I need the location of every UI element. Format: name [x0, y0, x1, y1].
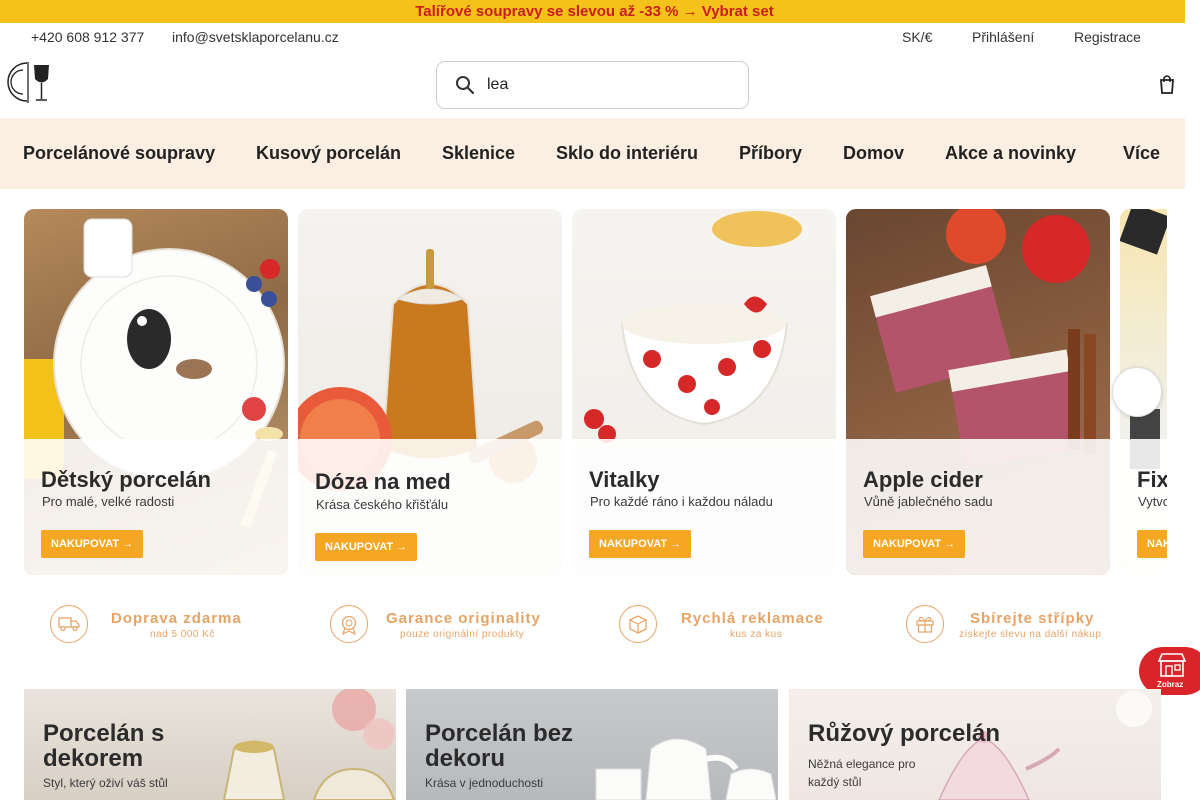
slide-subtitle: Vůně jablečného sadu — [864, 494, 993, 509]
category-tile[interactable]: Porcelán s dekorem Styl, který oživí váš … — [24, 689, 396, 800]
feature-title: Rychlá reklamace — [681, 610, 824, 627]
currency-switch[interactable]: SK/€ — [902, 29, 932, 45]
slide-title: Vitalky — [589, 467, 660, 492]
carousel-slide[interactable]: Dóza na med Krása českého křišťálu NAKUP… — [298, 209, 562, 575]
nav-item-home[interactable]: Domov — [843, 143, 904, 164]
slide-subtitle: Vytvo — [1138, 494, 1167, 509]
feature-collect-shards: Sbírejte střípky získejte slevu na další… — [906, 604, 1136, 644]
store-badge[interactable]: Zobraz — [1139, 647, 1200, 695]
carousel-next-button[interactable] — [1112, 367, 1162, 417]
slide-title: Fix — [1137, 467, 1167, 492]
shop-button[interactable]: NAKUPOVAT → — [315, 533, 418, 561]
feature-subtitle: získejte slevu na další nákup — [959, 629, 1102, 640]
feature-title: Garance originality — [386, 610, 541, 627]
category-tile[interactable]: Růžový porcelán Něžná elegance pro každý … — [789, 689, 1161, 800]
search-box[interactable]: lea — [436, 61, 749, 109]
nav-item-sales[interactable]: Akce a novinky — [945, 143, 1076, 164]
feature-fast-claims: Rychlá reklamace kus za kus — [619, 604, 879, 644]
feature-title: Doprava zdarma — [111, 610, 242, 627]
shop-button[interactable]: NAKUPOVAT → — [863, 530, 966, 558]
login-link[interactable]: Přihlášení — [972, 29, 1034, 45]
slide-subtitle: Pro malé, velké radosti — [42, 494, 175, 509]
nav-item-porcelain-sets[interactable]: Porcelánové soupravy — [23, 143, 215, 164]
carousel-slide[interactable]: Dětský porcelán Pro malé, velké radosti … — [24, 209, 288, 575]
carousel-slide[interactable]: Vitalky Pro každé ráno i každou náladu N… — [572, 209, 836, 575]
category-title: Porcelán bez dekoru — [425, 720, 574, 772]
category-title: Porcelán s dekorem — [43, 720, 165, 772]
box-icon — [619, 605, 657, 643]
category-subtitle: Styl, který oživí váš stůl — [43, 776, 168, 790]
search-icon[interactable] — [455, 75, 475, 95]
nav-item-more[interactable]: Více — [1123, 143, 1160, 164]
slide-title: Apple cider — [863, 467, 983, 492]
shop-button[interactable]: NAK — [1137, 530, 1167, 558]
email-link[interactable]: info@svetsklaporcelanu.cz — [165, 29, 339, 45]
carousel-slide[interactable]: Apple cider Vůně jablečného sadu NAKUPOV… — [846, 209, 1110, 575]
promo-text: Talířové soupravy se slevou až -33 % → V… — [415, 3, 774, 20]
register-link[interactable]: Registrace — [1074, 29, 1141, 45]
cart-icon[interactable] — [1158, 74, 1176, 94]
category-subtitle: Krása v jednoduchosti — [425, 776, 544, 790]
logo-icon — [7, 62, 49, 103]
feature-subtitle: nad 5 000 Kč — [150, 629, 215, 640]
promo-bar[interactable]: Talířové soupravy se slevou až -33 % → V… — [0, 0, 1185, 23]
shop-button[interactable]: NAKUPOVAT → — [41, 530, 144, 558]
truck-icon — [50, 605, 88, 643]
slide-title: Dětský porcelán — [41, 467, 211, 492]
nav-item-interior-glass[interactable]: Sklo do interiéru — [556, 143, 698, 164]
feature-free-shipping: Doprava zdarma nad 5 000 Kč — [50, 604, 310, 644]
shop-button[interactable]: NAKUPOVAT → — [589, 530, 692, 558]
badge-icon — [330, 605, 368, 643]
feature-title: Sbírejte střípky — [970, 610, 1095, 627]
feature-subtitle: kus za kus — [730, 629, 783, 640]
feature-subtitle: pouze originální produkty — [400, 629, 525, 640]
phone-link[interactable]: +420 608 912 377 — [24, 29, 144, 45]
logo[interactable] — [5, 59, 53, 105]
phone-number: +420 608 912 377 — [31, 29, 145, 45]
gift-icon — [906, 605, 944, 643]
email-address: info@svetsklaporcelanu.cz — [172, 29, 339, 45]
nav-item-sales-label: Akce a novinky — [945, 143, 1077, 163]
slide-title: Dóza na med — [315, 469, 451, 494]
store-icon — [1157, 653, 1187, 677]
search-input[interactable]: lea — [487, 76, 508, 94]
nav-item-cutlery[interactable]: Příbory — [739, 143, 802, 164]
category-title: Růžový porcelán — [808, 720, 1001, 747]
store-badge-label: Zobraz — [1157, 680, 1184, 689]
feature-originality: Garance originality pouze originální pro… — [330, 604, 590, 644]
nav-item-single-porcelain[interactable]: Kusový porcelán — [256, 143, 401, 164]
nav-item-glasses[interactable]: Sklenice — [442, 143, 515, 164]
slide-subtitle: Pro každé ráno i každou náladu — [590, 494, 773, 509]
category-tile[interactable]: Porcelán bez dekoru Krása v jednoduchosti — [406, 689, 778, 800]
nav-item-more-label: Více — [1123, 143, 1161, 163]
category-subtitle: Něžná elegance pro každý stůl — [808, 757, 916, 789]
slide-subtitle: Krása českého křišťálu — [316, 497, 449, 512]
